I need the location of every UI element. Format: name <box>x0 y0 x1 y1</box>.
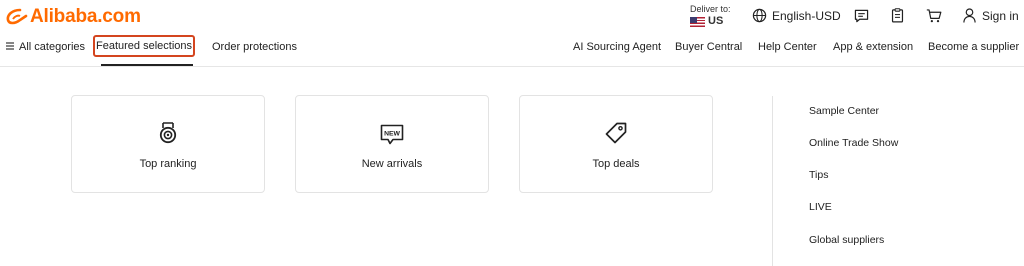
nav-app-extension[interactable]: App & extension <box>833 41 913 53</box>
globe-icon <box>752 8 767 23</box>
language-label: English-USD <box>772 8 841 23</box>
card-label-new-arrivals: New arrivals <box>361 158 423 170</box>
sidebar-item-online-trade-show[interactable]: Online Trade Show <box>809 137 898 149</box>
messages-button[interactable] <box>854 9 869 23</box>
all-categories-button[interactable]: All categories <box>6 41 85 53</box>
cart-icon <box>926 9 942 23</box>
medal-icon <box>158 122 178 149</box>
sidebar-item-global-suppliers[interactable]: Global suppliers <box>809 234 884 246</box>
menu-icon <box>6 41 14 53</box>
sign-in-label: Sign in <box>982 8 1019 23</box>
all-categories-label: All categories <box>19 41 86 53</box>
nav-become-supplier[interactable]: Become a supplier <box>928 41 1019 53</box>
top-ranking-card[interactable]: Top ranking <box>71 95 265 193</box>
orders-icon <box>891 8 904 23</box>
new-badge-text: NEW <box>384 130 400 137</box>
main-navigation: All categories Featured selections Order… <box>0 34 1024 60</box>
deliver-label: Deliver to: <box>690 4 731 14</box>
sidebar-divider <box>772 96 773 266</box>
new-badge-icon: NEW <box>380 124 404 151</box>
sign-in-button[interactable]: Sign in <box>963 8 1019 23</box>
nav-buyer-central[interactable]: Buyer Central <box>675 41 742 53</box>
sidebar-item-sample-center[interactable]: Sample Center <box>809 105 879 117</box>
card-label-top-deals: Top deals <box>592 158 640 170</box>
cart-button[interactable] <box>926 9 942 23</box>
brand-name: Alibaba.com <box>30 6 141 27</box>
sidebar-item-tips[interactable]: Tips <box>809 169 828 181</box>
us-flag-icon <box>690 16 705 27</box>
alibaba-logo-icon <box>6 8 28 26</box>
nav-divider <box>0 66 1024 67</box>
deliver-to-selector[interactable]: Deliver to: US <box>690 4 731 27</box>
deliver-country: US <box>708 15 724 27</box>
new-arrivals-card[interactable]: NEW New arrivals <box>295 95 489 193</box>
message-icon <box>854 9 869 23</box>
language-selector[interactable]: English-USD <box>752 8 841 23</box>
orders-button[interactable] <box>891 8 904 23</box>
user-icon <box>963 8 976 23</box>
sidebar-item-live[interactable]: LIVE <box>809 201 832 213</box>
tag-icon <box>604 122 628 149</box>
card-label-top-ranking: Top ranking <box>139 158 197 170</box>
featured-selections-tab[interactable]: Featured selections <box>93 35 195 57</box>
nav-ai-sourcing-agent[interactable]: AI Sourcing Agent <box>573 41 661 53</box>
order-protections-tab[interactable]: Order protections <box>212 41 297 53</box>
nav-help-center[interactable]: Help Center <box>758 41 817 53</box>
alibaba-logo[interactable]: Alibaba.com <box>6 6 141 28</box>
top-deals-card[interactable]: Top deals <box>519 95 713 193</box>
